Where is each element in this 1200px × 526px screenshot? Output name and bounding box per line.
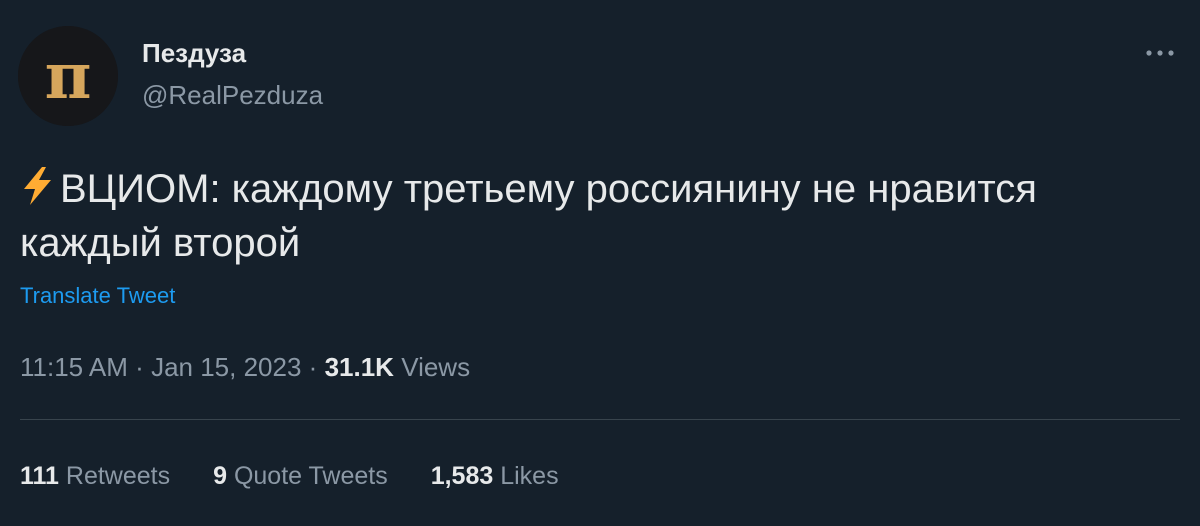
quotes-count: 9 [213, 462, 227, 490]
engagement-stats: 111 Retweets 9 Quote Tweets 1,583 Likes [20, 460, 595, 492]
translate-tweet-link[interactable]: Translate Tweet [20, 282, 175, 310]
views-count: 31.1K [324, 352, 394, 382]
avatar-logo-icon: п [18, 26, 118, 126]
likes-count: 1,583 [430, 462, 494, 490]
views-label: Views [401, 352, 471, 382]
tweet-card: п Пездуза @RealPezduza ВЦИОМ: каждому тр… [0, 0, 1200, 526]
likes-label: Likes [500, 462, 559, 490]
user-handle[interactable]: @RealPezduza [142, 80, 323, 110]
quote-tweets-stat[interactable]: 9 Quote Tweets [213, 460, 388, 492]
tweet-date[interactable]: Jan 15, 2023 [151, 352, 301, 382]
more-options-button[interactable] [1140, 38, 1180, 68]
meta-separator: · [308, 352, 318, 382]
tweet-meta: 11:15 AM · Jan 15, 2023 · 31.1K Views [20, 351, 470, 383]
likes-stat[interactable]: 1,583 Likes [431, 460, 559, 492]
more-icon [1146, 50, 1174, 56]
tweet-time[interactable]: 11:15 AM [20, 352, 128, 382]
display-name[interactable]: Пездуза [142, 38, 246, 68]
tweet-text: ВЦИОМ: каждому третьему россиянину не нр… [20, 162, 1160, 270]
tweet-body: ВЦИОМ: каждому третьему россиянину не нр… [20, 167, 1037, 265]
divider [20, 419, 1180, 420]
retweets-count: 111 [20, 462, 59, 490]
lightning-bolt-icon [24, 167, 51, 205]
avatar[interactable]: п [18, 26, 118, 126]
meta-separator: · [135, 352, 144, 382]
retweets-label: Retweets [65, 462, 171, 490]
retweets-stat[interactable]: 111 Retweets [20, 460, 170, 492]
avatar-letter: п [45, 39, 92, 114]
quotes-label: Quote Tweets [233, 462, 388, 490]
